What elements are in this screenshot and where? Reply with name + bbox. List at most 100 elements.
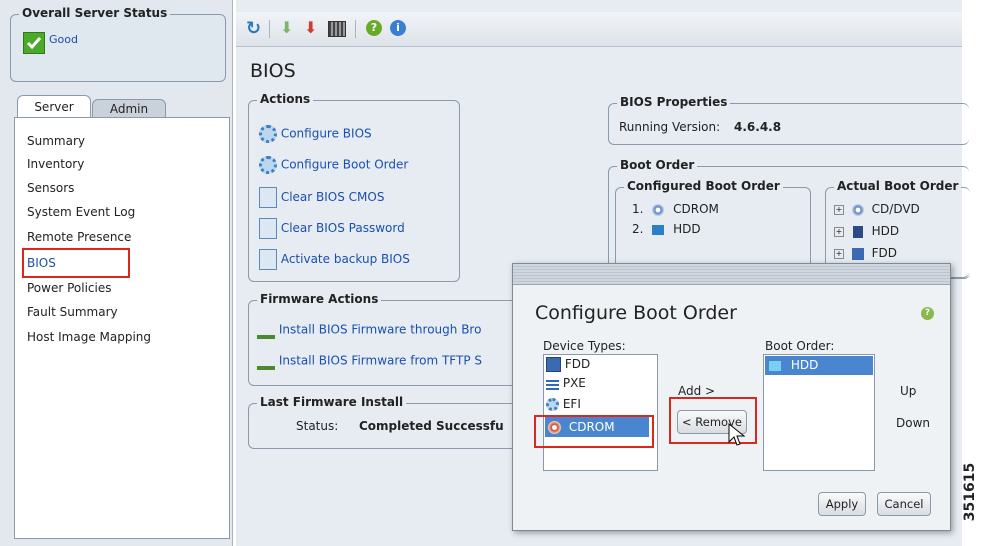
add-button[interactable]: Add >	[678, 384, 715, 398]
actual-item-cd-dvd[interactable]: + CD/DVD	[834, 202, 920, 216]
boot-order-label: Boot Order:	[765, 339, 835, 353]
actual-item-label: CD/DVD	[871, 202, 920, 216]
status-label: Status:	[296, 419, 339, 433]
configured-item-num: 1.	[632, 202, 644, 216]
device-types-list[interactable]: FDD PXE EFI CDROM	[543, 354, 658, 471]
boot-order-panel: Boot Order Configured Boot Order 1. CDRO…	[608, 158, 970, 279]
tab-admin[interactable]: Admin	[92, 99, 166, 118]
actual-item-hdd[interactable]: + HDD	[834, 224, 899, 238]
dialog-titlebar[interactable]	[513, 264, 950, 285]
cdrom-icon	[851, 203, 864, 216]
install-bios-browser-link[interactable]: Install BIOS Firmware through Bro	[257, 321, 481, 339]
cancel-button-label: Cancel	[884, 497, 924, 511]
clear-bios-cmos-label: Clear BIOS CMOS	[280, 190, 385, 204]
bios-properties-title: BIOS Properties	[617, 95, 731, 109]
download-green-icon[interactable]: ⬇	[280, 18, 293, 37]
configure-boot-order-label: Configure Boot Order	[280, 157, 409, 172]
expand-icon[interactable]: +	[834, 204, 844, 215]
figure-id: 351615	[962, 462, 978, 522]
running-version-value: 4.6.4.8	[734, 120, 782, 134]
install-bios-tftp-link[interactable]: Install BIOS Firmware from TFTP S	[257, 352, 482, 370]
hdd-icon	[769, 360, 781, 371]
sidebar-item-system-event-log[interactable]: System Event Log	[27, 205, 135, 219]
server-status-title: Overall Server Status	[19, 6, 171, 20]
document-icon	[259, 218, 277, 239]
document-icon	[259, 249, 277, 270]
device-type-label: EFI	[562, 397, 581, 411]
last-firmware-install-title: Last Firmware Install	[257, 395, 407, 409]
actions-title: Actions	[257, 92, 314, 106]
sidebar-item-host-image-mapping[interactable]: Host Image Mapping	[27, 330, 151, 344]
actual-item-fdd[interactable]: + FDD	[834, 246, 897, 260]
toolbar: ↻ ⬇ ⬇ ? i	[236, 12, 962, 47]
configured-item-label: CDROM	[673, 202, 719, 216]
boot-order-item-hdd[interactable]: HDD	[765, 356, 873, 375]
sidebar: Overall Server Status Good Server Admin …	[0, 0, 233, 546]
install-icon	[257, 352, 275, 370]
device-types-label: Device Types:	[543, 339, 626, 353]
gear-icon	[546, 398, 559, 411]
boot-order-item-label: HDD	[790, 358, 819, 372]
clear-bios-password-link[interactable]: Clear BIOS Password	[259, 218, 405, 239]
cursor-icon	[728, 422, 746, 446]
expand-icon[interactable]: +	[834, 226, 844, 237]
down-button[interactable]: Down	[896, 416, 930, 430]
sidebar-item-power-policies[interactable]: Power Policies	[27, 281, 111, 295]
up-button[interactable]: Up	[900, 384, 916, 398]
firmware-actions-panel: Firmware Actions Install BIOS Firmware t…	[248, 292, 539, 386]
boot-order-list[interactable]: HDD	[763, 354, 875, 471]
bios-properties-panel: BIOS Properties Running Version: 4.6.4.8	[608, 95, 969, 145]
device-type-label: PXE	[562, 376, 586, 390]
bios-highlight-box	[22, 248, 130, 278]
configured-item-1: 1. CDROM	[632, 202, 719, 216]
sidebar-item-inventory[interactable]: Inventory	[27, 157, 84, 171]
help-icon[interactable]: ?	[921, 307, 934, 320]
cdrom-highlight-box	[534, 415, 654, 448]
configured-item-num: 2.	[632, 222, 644, 236]
cancel-button[interactable]: Cancel	[877, 492, 931, 516]
device-type-fdd[interactable]: FDD	[546, 357, 590, 372]
toolbar-divider	[269, 20, 270, 38]
status-value: Completed Successfu	[359, 419, 504, 433]
page-title: BIOS	[250, 60, 296, 82]
gear-icon	[259, 125, 277, 143]
sidebar-item-summary[interactable]: Summary	[27, 134, 85, 148]
device-type-label: FDD	[564, 357, 591, 371]
sidebar-item-remote-presence[interactable]: Remote Presence	[27, 230, 131, 244]
tab-admin-label: Admin	[109, 102, 149, 116]
actual-item-label: FDD	[871, 246, 898, 260]
configure-bios-link[interactable]: Configure BIOS	[259, 125, 372, 143]
activate-backup-bios-label: Activate backup BIOS	[280, 252, 410, 266]
tab-server-label: Server	[34, 100, 74, 114]
refresh-icon[interactable]: ↻	[246, 18, 261, 39]
server-status-value[interactable]: Good	[49, 33, 78, 46]
running-version-label: Running Version:	[619, 120, 721, 134]
sidebar-item-fault-summary[interactable]: Fault Summary	[27, 305, 118, 319]
floppy-icon	[851, 247, 864, 260]
download-red-icon[interactable]: ⬇	[304, 18, 317, 37]
sidebar-item-sensors[interactable]: Sensors	[27, 181, 74, 195]
keyboard-icon[interactable]	[328, 21, 346, 37]
cdrom-icon	[652, 203, 665, 216]
apply-button[interactable]: Apply	[818, 492, 866, 516]
server-status-panel: Overall Server Status Good	[10, 6, 226, 82]
clear-bios-cmos-link[interactable]: Clear BIOS CMOS	[259, 187, 384, 208]
help-icon[interactable]: ?	[366, 20, 382, 36]
configure-bios-label: Configure BIOS	[280, 126, 372, 141]
network-icon	[546, 377, 559, 390]
activate-backup-bios-link[interactable]: Activate backup BIOS	[259, 249, 410, 270]
actual-boot-order-title: Actual Boot Order	[834, 179, 962, 193]
configured-item-2: 2. HDD	[632, 222, 701, 236]
install-bios-browser-label: Install BIOS Firmware through Bro	[278, 322, 482, 337]
device-type-efi[interactable]: EFI	[546, 397, 581, 411]
clear-bios-password-label: Clear BIOS Password	[280, 221, 405, 235]
toolbar-divider	[355, 20, 356, 38]
device-type-pxe[interactable]: PXE	[546, 376, 586, 390]
configure-boot-order-link[interactable]: Configure Boot Order	[259, 156, 408, 174]
firmware-actions-title: Firmware Actions	[257, 292, 382, 306]
document-icon	[259, 187, 277, 208]
boot-order-title: Boot Order	[617, 158, 698, 172]
expand-icon[interactable]: +	[834, 248, 844, 259]
info-icon[interactable]: i	[390, 20, 406, 36]
tab-server[interactable]: Server	[17, 95, 91, 118]
